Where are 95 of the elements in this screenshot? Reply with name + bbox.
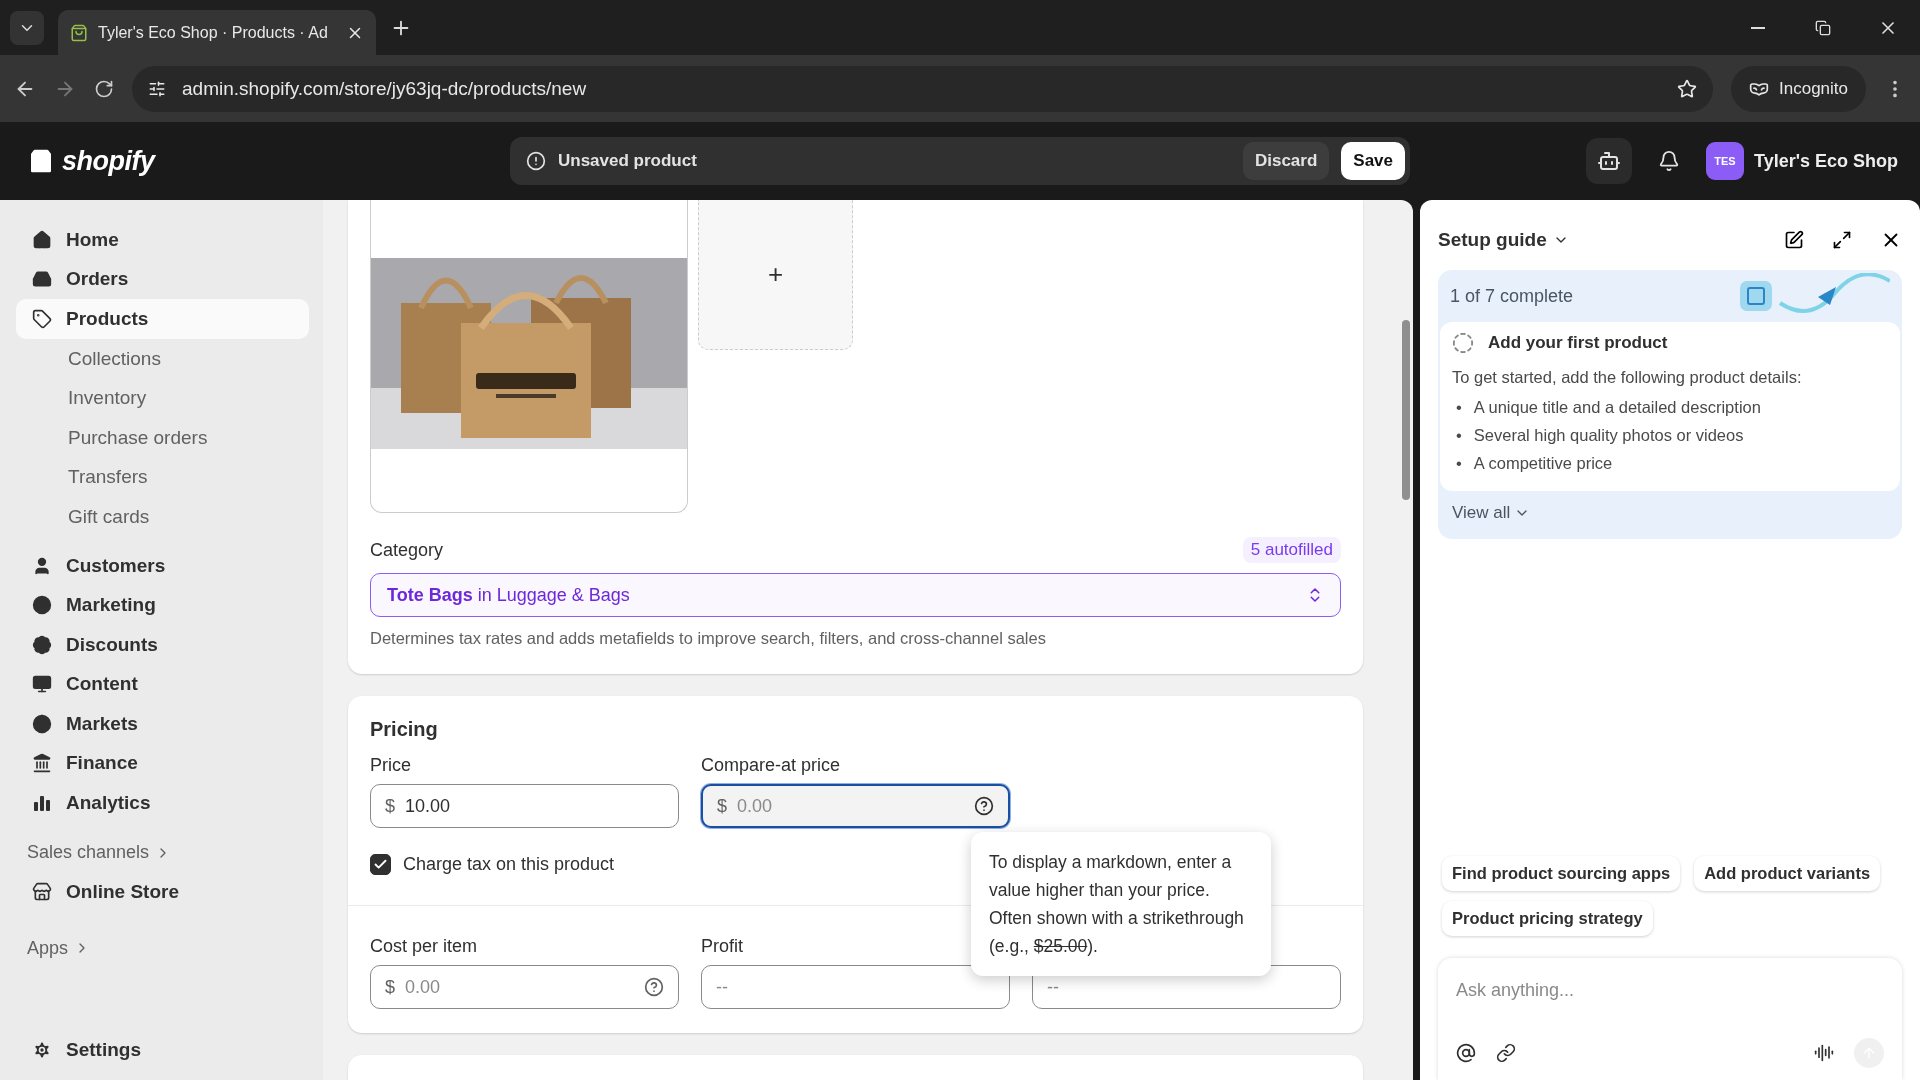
tag-icon: [32, 308, 52, 329]
price-input[interactable]: 0.00: [737, 795, 964, 817]
nav-subitem[interactable]: Purchase orders: [16, 417, 309, 457]
restore-icon: [1814, 19, 1831, 36]
tab-title: Tyler's Eco Shop · Products · Ad: [98, 23, 329, 42]
setup-guide-title[interactable]: Setup guide: [1438, 229, 1569, 251]
price-input[interactable]: 10.00: [405, 795, 664, 817]
category-label: Category: [370, 539, 444, 561]
check-icon: [373, 857, 388, 872]
robot-icon: [1597, 149, 1621, 173]
incognito-button[interactable]: Incognito: [1731, 65, 1866, 112]
nav-item[interactable]: Discounts: [16, 625, 309, 665]
nav-item[interactable]: Markets: [16, 704, 309, 744]
attach-link-icon[interactable]: [1496, 1043, 1516, 1063]
nav-subitem[interactable]: Inventory: [16, 378, 309, 418]
checkbox[interactable]: [370, 854, 391, 875]
cost-input[interactable]: --: [1047, 976, 1326, 998]
bullet-mark: •: [1456, 397, 1462, 418]
suggestion-chip[interactable]: Add product variants: [1694, 856, 1881, 891]
task-bullet: Several high quality photos or videos: [1473, 425, 1744, 446]
price-field[interactable]: $ 10.00: [370, 784, 679, 828]
nav-subitem[interactable]: Collections: [16, 338, 309, 378]
suggestion-chip[interactable]: Product pricing strategy: [1442, 901, 1653, 936]
nav-subitem[interactable]: Transfers: [16, 457, 309, 497]
media-tile[interactable]: [370, 200, 688, 513]
field-label: Profit: [701, 936, 743, 957]
nav-item[interactable]: Finance: [16, 743, 309, 783]
expand-icon[interactable]: [1832, 230, 1852, 250]
voice-icon[interactable]: [1814, 1043, 1834, 1063]
monitor-icon: [32, 674, 52, 695]
settings-link[interactable]: Settings: [16, 1030, 309, 1070]
bookmark-star-icon[interactable]: [1677, 78, 1697, 99]
alert-icon: [526, 151, 546, 171]
unsaved-status: Unsaved product: [558, 151, 698, 171]
tab-list-button[interactable]: [10, 11, 44, 45]
sales-channels-link[interactable]: Sales channels: [16, 836, 309, 869]
minimize-icon: [1750, 26, 1765, 29]
nav-item[interactable]: Products: [16, 299, 309, 339]
nav-item[interactable]: Content: [16, 664, 309, 704]
cost-field[interactable]: $ 0.00: [370, 965, 679, 1009]
task-bullet: A competitive price: [1473, 453, 1613, 474]
view-all-button[interactable]: View all: [1438, 491, 1545, 539]
bullet-mark: •: [1456, 453, 1462, 474]
url-text: admin.shopify.com/store/jy63jq-dc/products/new: [182, 77, 588, 100]
apps-link[interactable]: Apps: [16, 932, 309, 964]
reload-icon[interactable]: [94, 78, 114, 99]
person-icon: [32, 555, 52, 576]
discard-button[interactable]: Discard: [1242, 142, 1330, 180]
mention-icon[interactable]: [1456, 1043, 1476, 1063]
add-media-button[interactable]: +: [698, 200, 853, 350]
nav-item[interactable]: Orders: [16, 259, 309, 299]
nav-item[interactable]: Marketing: [16, 585, 309, 625]
site-settings-icon[interactable]: [148, 79, 166, 98]
task-bullet: A unique title and a detailed description: [1473, 397, 1761, 418]
field-label: Cost per item: [370, 936, 478, 957]
ask-field[interactable]: Ask anything...: [1456, 976, 1884, 1004]
category-select[interactable]: Tote Bags in Luggage & Bags: [370, 573, 1341, 617]
store-icon: [32, 882, 52, 903]
address-bar[interactable]: admin.shopify.com/store/jy63jq-dc/products/new: [132, 65, 1713, 112]
new-chat-icon[interactable]: [1784, 230, 1804, 250]
pricing-title: Pricing: [370, 718, 439, 741]
save-button[interactable]: Save: [1341, 142, 1405, 180]
browser-tab[interactable]: Tyler's Eco Shop · Products · Ad: [58, 10, 376, 55]
notifications-icon[interactable]: [1658, 150, 1680, 172]
nav-item[interactable]: Online Store: [16, 872, 309, 912]
field-label: Compare-at price: [701, 755, 841, 776]
scrollbar-thumb[interactable]: [1402, 320, 1410, 500]
store-menu[interactable]: TES Tyler's Eco Shop: [1706, 142, 1898, 180]
store-avatar: TES: [1706, 142, 1744, 180]
logo-text[interactable]: shopify: [62, 145, 155, 177]
task-intro: To get started, add the following product details:: [1452, 368, 1803, 387]
category-help: Determines tax rates and adds metafields to improve search, filters, and cross-channel sales: [370, 629, 1047, 648]
suggestion-chip[interactable]: Find product sourcing apps: [1442, 856, 1681, 891]
bullet-mark: •: [1456, 425, 1462, 446]
charge-tax-label: Charge tax on this product: [403, 854, 615, 875]
field-label: Price: [370, 755, 411, 776]
help-icon[interactable]: [644, 977, 664, 997]
cost-input[interactable]: 0.00: [405, 976, 634, 998]
cost-input[interactable]: --: [716, 976, 995, 998]
cost-field[interactable]: --: [701, 965, 1010, 1009]
settings-icon: [32, 1040, 52, 1061]
progress-text: 1 of 7 complete: [1450, 285, 1574, 307]
task-status-icon[interactable]: [1452, 332, 1474, 354]
nav-item[interactable]: Home: [16, 220, 309, 260]
task-title: Add your first product: [1488, 333, 1668, 353]
shop-bag-icon: [70, 23, 88, 42]
nav-subitem[interactable]: Gift cards: [16, 496, 309, 536]
price-field[interactable]: $ 0.00: [701, 784, 1010, 828]
bank-icon: [32, 753, 52, 774]
house-icon: [32, 229, 52, 250]
nav-item[interactable]: Customers: [16, 546, 309, 586]
markdown-tooltip: To display a markdown, enter a value higher than your price. Often shown with a strikethrough (e.g., $25.00).: [971, 832, 1271, 976]
nav-item[interactable]: Analytics: [16, 783, 309, 823]
assistant-button[interactable]: [1586, 138, 1632, 184]
autofilled-badge: 5 autofilled: [1242, 537, 1341, 563]
